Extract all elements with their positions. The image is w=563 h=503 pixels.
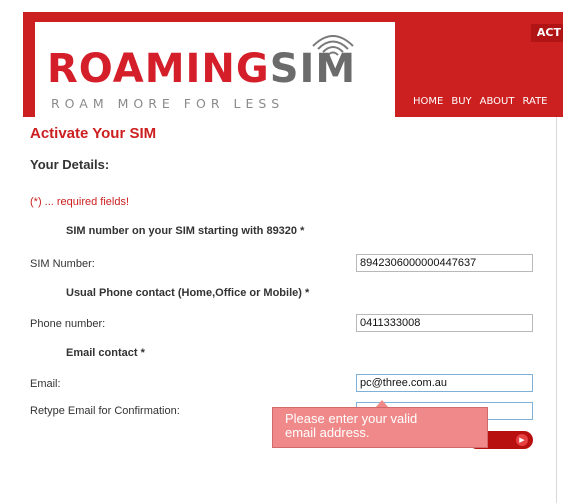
retype-email-label: Retype Email for Confirmation: bbox=[30, 405, 180, 417]
site-header: ROAMINGSIM ROAM MORE FOR LESS ACT HOME B… bbox=[23, 12, 563, 117]
nav-buy[interactable]: BUY bbox=[451, 96, 471, 107]
section-heading: Your Details: bbox=[30, 157, 110, 172]
sim-number-input[interactable] bbox=[356, 254, 533, 272]
tooltip-line-2: email address. bbox=[285, 425, 370, 440]
nav-about[interactable]: ABOUT bbox=[480, 96, 515, 107]
logo-text-sim: SIM bbox=[269, 46, 357, 92]
content-border bbox=[556, 117, 557, 503]
required-note: (*) ... required fields! bbox=[30, 196, 130, 208]
sim-group-label: SIM number on your SIM starting with 893… bbox=[66, 225, 305, 237]
logo[interactable]: ROAMINGSIM ROAM MORE FOR LESS bbox=[35, 22, 395, 117]
logo-wordmark: ROAMINGSIM bbox=[47, 46, 356, 92]
email-input[interactable] bbox=[356, 374, 533, 392]
phone-number-input[interactable] bbox=[356, 314, 533, 332]
arrow-right-icon: ▶ bbox=[516, 434, 528, 446]
main-nav: HOME BUY ABOUT RATE bbox=[413, 96, 548, 107]
page-title: Activate Your SIM bbox=[30, 125, 157, 142]
sim-number-label: SIM Number: bbox=[30, 258, 95, 270]
validation-tooltip: Please enter your valid email address. bbox=[272, 407, 488, 448]
nav-home[interactable]: HOME bbox=[413, 96, 443, 107]
email-label: Email: bbox=[30, 378, 61, 390]
activate-button[interactable]: ACT bbox=[530, 24, 563, 42]
logo-tagline: ROAM MORE FOR LESS bbox=[51, 96, 285, 111]
email-group-label: Email contact * bbox=[66, 347, 145, 359]
activation-page: ROAMINGSIM ROAM MORE FOR LESS ACT HOME B… bbox=[0, 0, 563, 503]
logo-text-roaming: ROAMING bbox=[47, 46, 270, 92]
tooltip-line-1: Please enter your valid bbox=[285, 411, 418, 426]
phone-number-label: Phone number: bbox=[30, 318, 106, 330]
nav-rates[interactable]: RATE bbox=[522, 96, 547, 107]
phone-group-label: Usual Phone contact (Home,Office or Mobi… bbox=[66, 287, 310, 299]
